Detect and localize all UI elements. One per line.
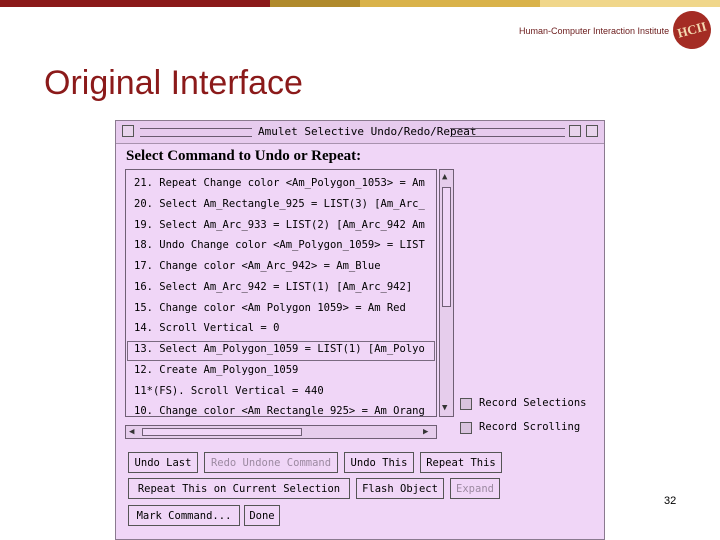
record-scrolling-checkbox[interactable]: [460, 422, 472, 434]
top-bar-segment: [360, 0, 540, 7]
window-menu-icon[interactable]: [122, 125, 134, 137]
minimize-icon[interactable]: [569, 125, 581, 137]
undo-last-button[interactable]: Undo Last: [128, 452, 198, 473]
hcii-logo: HCII: [668, 6, 716, 54]
history-row[interactable]: 19. Select Am_Arc_933 = LIST(2) [Am_Arc_…: [134, 219, 425, 231]
top-bar-segment: [540, 0, 720, 7]
scroll-left-icon[interactable]: ◀: [129, 427, 134, 437]
vertical-scrollbar[interactable]: ▲ ▼: [439, 169, 454, 417]
history-row[interactable]: 14. Scroll Vertical = 0: [134, 322, 279, 334]
record-scrolling-label: Record Scrolling: [479, 421, 581, 433]
repeat-on-selection-button[interactable]: Repeat This on Current Selection: [128, 478, 350, 499]
history-row[interactable]: 12. Create Am_Polygon_1059: [134, 364, 298, 376]
expand-button[interactable]: Expand: [450, 478, 500, 499]
history-row[interactable]: 16. Select Am_Arc_942 = LIST(1) [Am_Arc_…: [134, 281, 412, 293]
history-row[interactable]: 13. Select Am_Polygon_1059 = LIST(1) [Am…: [134, 343, 425, 355]
horizontal-scroll-thumb[interactable]: [142, 428, 302, 436]
record-selections-label: Record Selections: [479, 397, 587, 409]
command-history-list[interactable]: 21. Repeat Change color <Am_Polygon_1053…: [125, 169, 437, 417]
scroll-up-icon[interactable]: ▲: [442, 172, 447, 182]
history-row[interactable]: 20. Select Am_Rectangle_925 = LIST(3) [A…: [134, 198, 425, 210]
titlebar-grip: [140, 128, 252, 137]
top-bar-segment: [0, 0, 270, 7]
history-row[interactable]: 10. Change color <Am_Rectangle_925> = Am…: [134, 405, 425, 416]
titlebar-grip: [450, 128, 565, 137]
history-row[interactable]: 21. Repeat Change color <Am_Polygon_1053…: [134, 177, 425, 189]
history-row[interactable]: 18. Undo Change color <Am_Polygon_1059> …: [134, 239, 425, 251]
done-button[interactable]: Done: [244, 505, 280, 526]
undo-this-button[interactable]: Undo This: [344, 452, 414, 473]
slide-title: Original Interface: [44, 64, 303, 102]
page-number: 32: [664, 495, 677, 507]
scroll-down-icon[interactable]: ▼: [442, 403, 447, 413]
scroll-right-icon[interactable]: ▶: [423, 427, 428, 437]
vertical-scroll-thumb[interactable]: [442, 187, 451, 307]
institute-name: Human-Computer Interaction Institute: [519, 26, 670, 36]
history-row[interactable]: 11*(FS). Scroll Vertical = 440: [134, 385, 324, 397]
window-title: Amulet Selective Undo/Redo/Repeat: [258, 125, 477, 138]
record-selections-checkbox[interactable]: [460, 398, 472, 410]
maximize-icon[interactable]: [586, 125, 598, 137]
window-titlebar[interactable]: Amulet Selective Undo/Redo/Repeat: [116, 121, 604, 144]
amulet-window: Amulet Selective Undo/Redo/Repeat Select…: [115, 120, 605, 540]
history-row-selected[interactable]: 15. Change color <Am Polygon 1059> = Am …: [134, 302, 406, 314]
repeat-this-button[interactable]: Repeat This: [420, 452, 502, 473]
top-bar-segment: [270, 0, 360, 7]
mark-command-button[interactable]: Mark Command...: [128, 505, 240, 526]
list-heading: Select Command to Undo or Repeat:: [126, 148, 362, 164]
hcii-logo-text: HCII: [675, 18, 709, 41]
history-row[interactable]: 17. Change color <Am_Arc_942> = Am_Blue: [134, 260, 381, 272]
horizontal-scrollbar[interactable]: ◀ ▶: [125, 425, 437, 439]
redo-undone-command-button[interactable]: Redo Undone Command: [204, 452, 338, 473]
top-color-bar: [0, 0, 720, 7]
flash-object-button[interactable]: Flash Object: [356, 478, 444, 499]
